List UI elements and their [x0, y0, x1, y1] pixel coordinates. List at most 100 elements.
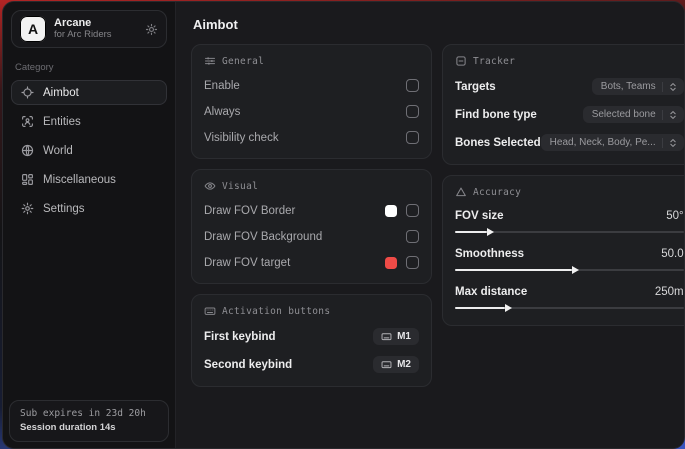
- targets-row: Targets Bots, Teams: [455, 78, 684, 95]
- second-keybind-button[interactable]: M2: [373, 356, 419, 373]
- accuracy-header: Accuracy: [455, 186, 684, 198]
- smoothness-value: 50.0: [661, 248, 683, 260]
- crosshair-icon: [21, 86, 34, 99]
- accuracy-card: Accuracy FOV size 50°: [442, 175, 684, 326]
- first-keybind-label: First keybind: [204, 331, 276, 343]
- globe-icon: [21, 144, 34, 157]
- sidebar-item-label: Settings: [43, 203, 85, 215]
- visibility-check-checkbox[interactable]: [406, 131, 419, 144]
- fov-target-color-swatch[interactable]: [385, 257, 397, 269]
- chevrons-up-down-icon: [662, 110, 678, 120]
- smoothness-row: Smoothness 50.0: [455, 248, 684, 274]
- first-keybind-value: M1: [397, 331, 411, 342]
- category-label: Category: [15, 62, 163, 73]
- slider-thumb: [455, 269, 572, 271]
- always-checkbox[interactable]: [406, 105, 419, 118]
- always-label: Always: [204, 106, 240, 118]
- layout-grid-icon: [21, 173, 34, 186]
- enable-checkbox[interactable]: [406, 79, 419, 92]
- targets-label: Targets: [455, 81, 496, 93]
- keyboard-icon: [381, 331, 392, 342]
- tracker-header: Tracker: [455, 55, 684, 67]
- app-logo: A: [20, 16, 46, 42]
- second-keybind-row: Second keybind M2: [204, 356, 419, 373]
- max-distance-slider[interactable]: [455, 303, 684, 312]
- sidebar-item-world[interactable]: World: [11, 138, 167, 163]
- first-keybind-button[interactable]: M1: [373, 328, 419, 345]
- sidebar: A Arcane for Arc Riders Category: [3, 2, 176, 448]
- find-bone-type-row: Find bone type Selected bone: [455, 106, 684, 123]
- sliders-icon: [204, 55, 216, 67]
- max-distance-row: Max distance 250m: [455, 286, 684, 312]
- keyboard-icon: [381, 359, 392, 370]
- app-name: Arcane: [54, 17, 137, 30]
- max-distance-label: Max distance: [455, 286, 527, 298]
- bones-selected-value: Head, Neck, Body, Pe...: [550, 137, 656, 148]
- gear-icon[interactable]: [145, 23, 158, 36]
- draw-fov-border-checkbox[interactable]: [406, 204, 419, 217]
- tracker-card: Tracker Targets Bots, Teams: [442, 44, 684, 165]
- scan-person-icon: [21, 115, 34, 128]
- draw-fov-border-row: Draw FOV Border: [204, 203, 419, 218]
- fov-size-row: FOV size 50°: [455, 210, 684, 236]
- draw-fov-background-label: Draw FOV Background: [204, 231, 322, 243]
- eye-icon: [204, 180, 216, 192]
- smoothness-slider[interactable]: [455, 265, 684, 274]
- gear-icon: [21, 202, 34, 215]
- left-column: General Enable Always Visibility check: [191, 44, 432, 387]
- keyboard-icon: [204, 305, 216, 317]
- targets-select[interactable]: Bots, Teams: [592, 78, 684, 95]
- visual-card: Visual Draw FOV Border Draw FOV Backgrou…: [191, 169, 432, 284]
- visual-header: Visual: [204, 180, 419, 192]
- draw-fov-target-checkbox[interactable]: [406, 256, 419, 269]
- sidebar-item-label: World: [43, 145, 73, 157]
- session-duration-text: Session duration 14s: [20, 422, 158, 433]
- activation-header: Activation buttons: [204, 305, 419, 317]
- slider-thumb: [455, 307, 505, 309]
- fov-size-label: FOV size: [455, 210, 504, 222]
- subscription-card: Sub expires in 23d 20h Session duration …: [9, 400, 169, 442]
- smoothness-label: Smoothness: [455, 248, 524, 260]
- brand-card: A Arcane for Arc Riders: [11, 10, 167, 48]
- activation-card: Activation buttons First keybind M1: [191, 294, 432, 387]
- visual-title: Visual: [222, 181, 258, 192]
- sidebar-item-miscellaneous[interactable]: Miscellaneous: [11, 167, 167, 192]
- chevrons-up-down-icon: [662, 82, 678, 92]
- page-title: Aimbot: [193, 17, 667, 32]
- draw-fov-border-label: Draw FOV Border: [204, 205, 295, 217]
- fov-border-color-swatch[interactable]: [385, 205, 397, 217]
- general-card: General Enable Always Visibility check: [191, 44, 432, 159]
- enable-row: Enable: [204, 78, 419, 93]
- sidebar-nav: Aimbot Entities World: [11, 80, 167, 221]
- square-minus-icon: [455, 55, 467, 67]
- app-window: A Arcane for Arc Riders Category: [2, 1, 685, 449]
- activation-title: Activation buttons: [222, 306, 330, 317]
- triangle-icon: [455, 186, 467, 198]
- accuracy-title: Accuracy: [473, 187, 521, 198]
- brand-text: Arcane for Arc Riders: [54, 17, 137, 41]
- fov-size-value: 50°: [666, 210, 683, 222]
- second-keybind-label: Second keybind: [204, 359, 292, 371]
- find-bone-type-select[interactable]: Selected bone: [583, 106, 684, 123]
- slider-thumb: [455, 231, 487, 233]
- app-subtitle: for Arc Riders: [54, 30, 137, 41]
- always-row: Always: [204, 104, 419, 119]
- sidebar-item-entities[interactable]: Entities: [11, 109, 167, 134]
- sidebar-item-aimbot[interactable]: Aimbot: [11, 80, 167, 105]
- max-distance-value: 250m: [655, 286, 684, 298]
- sidebar-item-label: Miscellaneous: [43, 174, 116, 186]
- second-keybind-value: M2: [397, 359, 411, 370]
- draw-fov-target-label: Draw FOV target: [204, 257, 290, 269]
- bones-selected-label: Bones Selected: [455, 137, 541, 149]
- sidebar-item-settings[interactable]: Settings: [11, 196, 167, 221]
- main-content: Aimbot General: [176, 2, 684, 448]
- find-bone-type-value: Selected bone: [592, 109, 656, 120]
- chevrons-up-down-icon: [662, 138, 678, 148]
- draw-fov-target-row: Draw FOV target: [204, 255, 419, 270]
- content-grid: General Enable Always Visibility check: [191, 44, 669, 387]
- find-bone-type-label: Find bone type: [455, 109, 537, 121]
- fov-size-slider[interactable]: [455, 227, 684, 236]
- bones-selected-select[interactable]: Head, Neck, Body, Pe...: [541, 134, 684, 151]
- draw-fov-background-checkbox[interactable]: [406, 230, 419, 243]
- bones-selected-row: Bones Selected Head, Neck, Body, Pe...: [455, 134, 684, 151]
